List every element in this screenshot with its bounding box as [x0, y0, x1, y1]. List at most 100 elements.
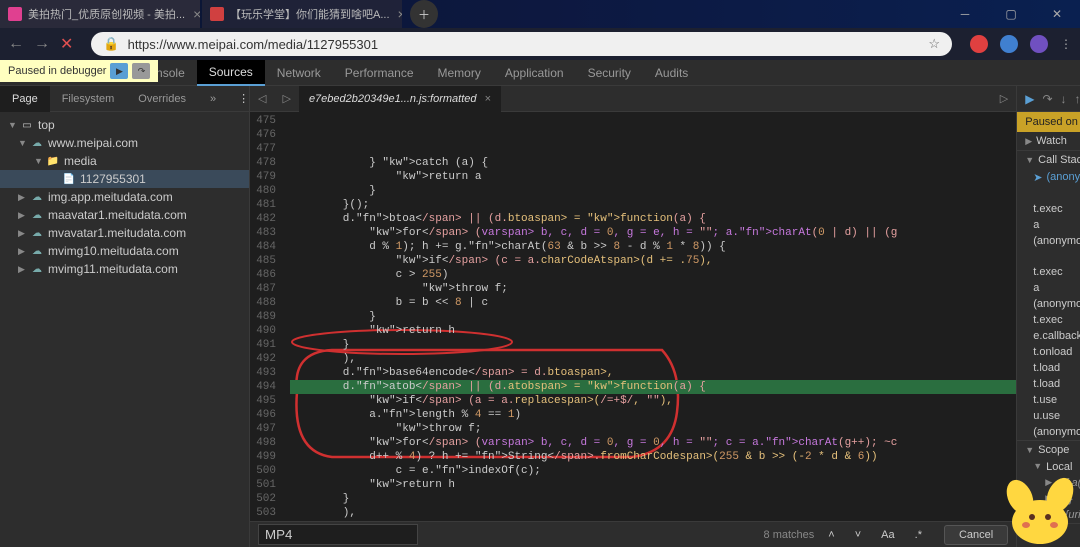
stack-frame[interactable]: t.execsite.min.js?20160113:6: [1017, 312, 1080, 328]
lock-icon: 🔒: [103, 36, 119, 52]
scope-var[interactable]: ▶c: {uri: "https://im: [1017, 507, 1080, 523]
tab-title: 【玩乐学堂】你们能猜到啥吧A...: [230, 6, 390, 22]
cancel-button[interactable]: Cancel: [944, 525, 1008, 545]
tree-item[interactable]: ▼📁media: [0, 152, 249, 170]
stack-frame[interactable]: (anonymous): [1017, 233, 1080, 249]
case-toggle[interactable]: Aa: [875, 527, 900, 543]
url-input[interactable]: 🔒 https://www.meipai.com/media/112795530…: [91, 32, 952, 56]
scope-var[interactable]: ▶a: f a(b): [1017, 475, 1080, 491]
prev-icon[interactable]: ◁: [250, 92, 274, 105]
debugger-sidebar: ▶ ↷ ↓ ↑ → ⬡ ⏸ Paused on breakpoint ▶Watc…: [1016, 86, 1080, 547]
next-match-button[interactable]: ˅: [849, 527, 867, 543]
new-tab-button[interactable]: ＋: [410, 0, 438, 28]
tab-favicon-icon: [210, 7, 224, 21]
tree-item[interactable]: ▼☁www.meipai.com: [0, 134, 249, 152]
url-text: https://www.meipai.com/media/1127955301: [128, 37, 379, 52]
stack-frame[interactable]: asite.min.js?20160113:6: [1017, 280, 1080, 296]
stack-frame[interactable]: t.execsite.min.js?20160113:6: [1017, 264, 1080, 280]
devtools-tabs: ⬚ ▭ Elements Console Sources Network Per…: [0, 60, 1080, 86]
nav-tab-page[interactable]: Page: [0, 86, 50, 112]
browser-titlebar: 美拍热门_优质原创视频 - 美拍... × 【玩乐学堂】你们能猜到啥吧A... …: [0, 0, 1080, 28]
tree-item[interactable]: ▶☁img.app.meitudata.com: [0, 188, 249, 206]
tab-performance[interactable]: Performance: [333, 60, 426, 86]
stack-frame[interactable]: (anonymous)1127955301:596: [1017, 296, 1080, 312]
tree-item[interactable]: ▶☁mvimg10.meitudata.com: [0, 242, 249, 260]
browser-tab-1[interactable]: 【玩乐学堂】你们能猜到啥吧A... ×: [202, 0, 402, 28]
maximize-button[interactable]: ▢: [988, 0, 1034, 28]
stop-button[interactable]: ✕: [60, 34, 73, 54]
back-button[interactable]: ←: [8, 35, 24, 53]
step-out-icon[interactable]: ↑: [1075, 92, 1080, 106]
close-button[interactable]: ✕: [1034, 0, 1080, 28]
step-over-icon[interactable]: ↷: [1042, 92, 1052, 106]
scope-local[interactable]: ▼Local: [1017, 459, 1080, 475]
stack-frame[interactable]: (anonymous)1127955301:1: [1017, 424, 1080, 440]
browser-tab-0[interactable]: 美拍热门_优质原创视频 - 美拍... ×: [0, 0, 200, 28]
regex-toggle[interactable]: .*: [909, 527, 928, 543]
close-icon[interactable]: ×: [485, 93, 491, 105]
stack-frame[interactable]: t.execsite.min.js?20160113:6: [1017, 201, 1080, 217]
minimize-button[interactable]: ─: [942, 0, 988, 28]
scope-section[interactable]: ▼Scope: [1017, 441, 1080, 459]
profile-icon[interactable]: [1030, 35, 1048, 53]
search-matches: 8 matches: [764, 529, 815, 541]
tab-network[interactable]: Network: [265, 60, 333, 86]
step-into-icon[interactable]: ↓: [1061, 92, 1067, 106]
tab-security[interactable]: Security: [576, 60, 643, 86]
close-icon[interactable]: ×: [193, 6, 200, 22]
stack-frame[interactable]: t.loadsite.min.js?20160113:6: [1017, 360, 1080, 376]
more-icon[interactable]: »: [198, 86, 228, 112]
stack-frame[interactable]: e.callbacksite.min.js?20160113:6: [1017, 328, 1080, 344]
step-over-button[interactable]: ↷: [132, 63, 150, 79]
stack-frame[interactable]: u.usesite.min.js?20160113:6: [1017, 408, 1080, 424]
url-bar: ← → ✕ 🔒 https://www.meipai.com/media/112…: [0, 28, 1080, 60]
search-input[interactable]: [258, 524, 418, 545]
stack-frame[interactable]: asite.min.js?20160113:6: [1017, 217, 1080, 233]
search-bar: 8 matches ˄ ˅ Aa .* Cancel: [250, 521, 1016, 547]
tree-item[interactable]: 📄1127955301: [0, 170, 249, 188]
next-icon[interactable]: ▷: [274, 92, 298, 105]
stack-frame[interactable]: t.usesite.min.js?20160113:6: [1017, 392, 1080, 408]
tab-title: 美拍热门_优质原创视频 - 美拍...: [28, 6, 185, 22]
code-content[interactable]: } "kw">catch (a) { "kw">return a } }(); …: [282, 112, 1016, 521]
stack-frame[interactable]: ➤(anonymous): [1017, 169, 1080, 186]
tree-item[interactable]: ▶☁mvavatar1.meitudata.com: [0, 224, 249, 242]
extension-icon[interactable]: [970, 35, 988, 53]
callstack-section[interactable]: ▼Call Stack: [1017, 151, 1080, 169]
watch-section[interactable]: ▶Watch: [1017, 132, 1080, 150]
window-controls: ─ ▢ ✕: [942, 0, 1080, 28]
tree-item[interactable]: ▶☁mvimg11.meitudata.com: [0, 260, 249, 278]
paused-banner: Paused on breakpoint: [1017, 112, 1080, 132]
debug-message: Paused in debugger: [8, 65, 106, 77]
tree-root[interactable]: ▼▭top: [0, 116, 249, 134]
more-icon[interactable]: ▷: [992, 92, 1016, 105]
code-editor: ◁ ▷ e7ebed2b20349e1...n.js:formatted × ▷…: [250, 86, 1016, 547]
stack-frame[interactable]: e7ebed2b20349e1...formatted:6293: [1017, 186, 1080, 201]
debug-paused-bar: Paused in debugger ▶ ↷: [0, 60, 158, 82]
file-navigator: Page Filesystem Overrides » ⋮ ▼▭top▼☁www…: [0, 86, 250, 547]
scope-var[interactable]: ▶b: {}: [1017, 491, 1080, 507]
extension-icon[interactable]: [1000, 35, 1018, 53]
code-file-tab[interactable]: e7ebed2b20349e1...n.js:formatted ×: [299, 86, 501, 112]
stack-frame[interactable]: t.onloadsite.min.js?20160113:6: [1017, 344, 1080, 360]
stack-frame[interactable]: t.loadsite.min.js?20160113:6: [1017, 376, 1080, 392]
prev-match-button[interactable]: ˄: [822, 527, 840, 543]
resume-button[interactable]: ▶: [110, 63, 128, 79]
resume-icon[interactable]: ▶: [1025, 92, 1034, 106]
close-icon[interactable]: ×: [398, 6, 402, 22]
tree-item[interactable]: ▶☁maavatar1.meitudata.com: [0, 206, 249, 224]
stack-frame[interactable]: e7ebed2b20349e1...formatted:817: [1017, 249, 1080, 264]
nav-tab-overrides[interactable]: Overrides: [126, 86, 198, 112]
tab-audits[interactable]: Audits: [643, 60, 700, 86]
tab-memory[interactable]: Memory: [426, 60, 493, 86]
forward-button[interactable]: →: [34, 35, 50, 53]
code-tab-label: e7ebed2b20349e1...n.js:formatted: [309, 93, 477, 105]
tab-application[interactable]: Application: [493, 60, 576, 86]
menu-icon[interactable]: ⋮: [1060, 37, 1072, 51]
line-numbers: 4754764774784794804814824834844854864874…: [250, 112, 282, 521]
bookmark-icon[interactable]: ☆: [928, 36, 940, 52]
tab-sources[interactable]: Sources: [197, 60, 265, 86]
devtools-panel: ⬚ ▭ Elements Console Sources Network Per…: [0, 60, 1080, 547]
nav-tab-filesystem[interactable]: Filesystem: [50, 86, 127, 112]
tab-favicon-icon: [8, 7, 22, 21]
